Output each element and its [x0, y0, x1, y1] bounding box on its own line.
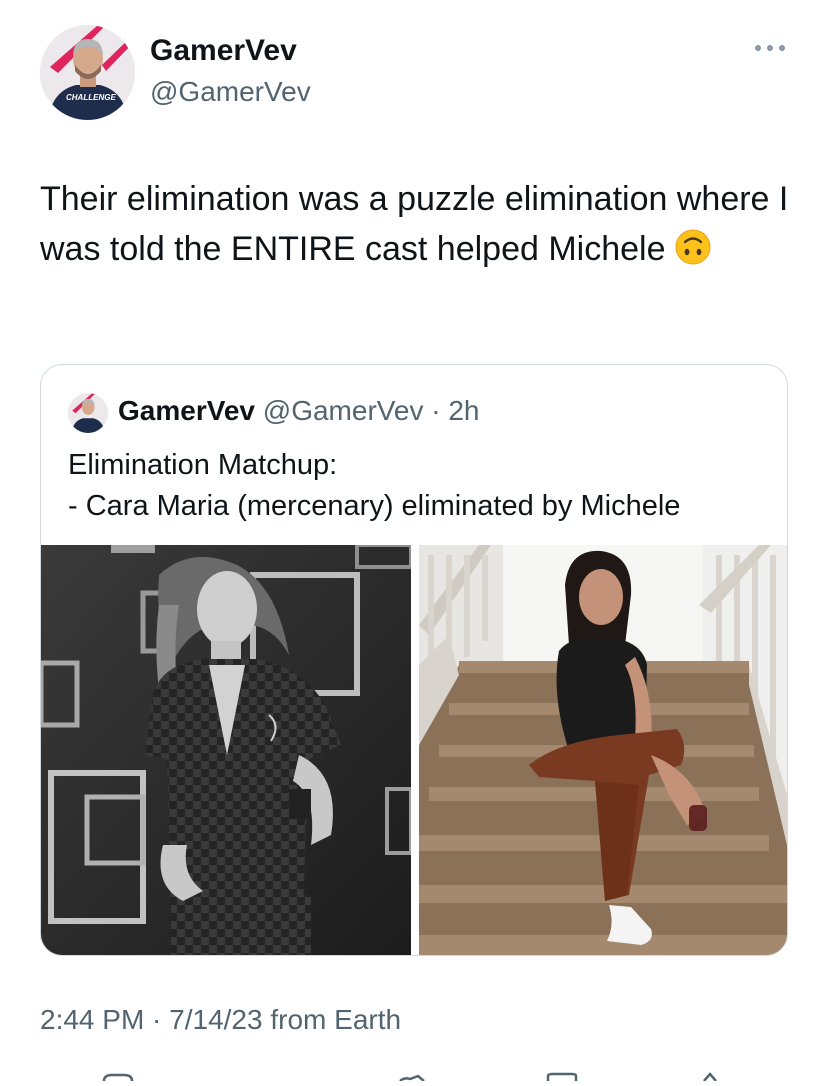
quote-text: Elimination Matchup: - Cara Maria (merce… — [68, 445, 768, 527]
quote-author-name[interactable]: GamerVev — [118, 395, 255, 426]
staircase-portrait-photo[interactable] — [419, 545, 787, 955]
quoted-tweet-card[interactable]: GamerVev @GamerVev · 2h Elimination Matc… — [40, 364, 788, 956]
avatar-shirt-text: CHALLENGE — [66, 93, 116, 102]
author-avatar[interactable]: CHALLENGE — [40, 25, 135, 120]
quote-author-avatar[interactable] — [68, 393, 108, 433]
black-and-white-portrait-photo[interactable] — [41, 545, 411, 955]
quote-line-2: - Cara Maria (mercenary) eliminated by M… — [68, 490, 681, 522]
tweet-action-bar — [0, 1068, 828, 1082]
upside-down-face-emoji-icon — [674, 228, 712, 266]
more-horizontal-icon[interactable] — [752, 38, 788, 58]
quote-header: GamerVev @GamerVev · 2h — [118, 395, 480, 427]
tweet-text: Their elimination was a puzzle eliminati… — [40, 174, 800, 274]
quote-line-1: Elimination Matchup: — [68, 449, 338, 481]
tweet-timestamp[interactable]: 2:44 PM · 7/14/23 from Earth — [40, 1004, 401, 1036]
author-name[interactable]: GamerVev — [150, 34, 297, 68]
quote-meta: @GamerVev · 2h — [262, 395, 480, 426]
author-handle[interactable]: @GamerVev — [150, 76, 311, 108]
